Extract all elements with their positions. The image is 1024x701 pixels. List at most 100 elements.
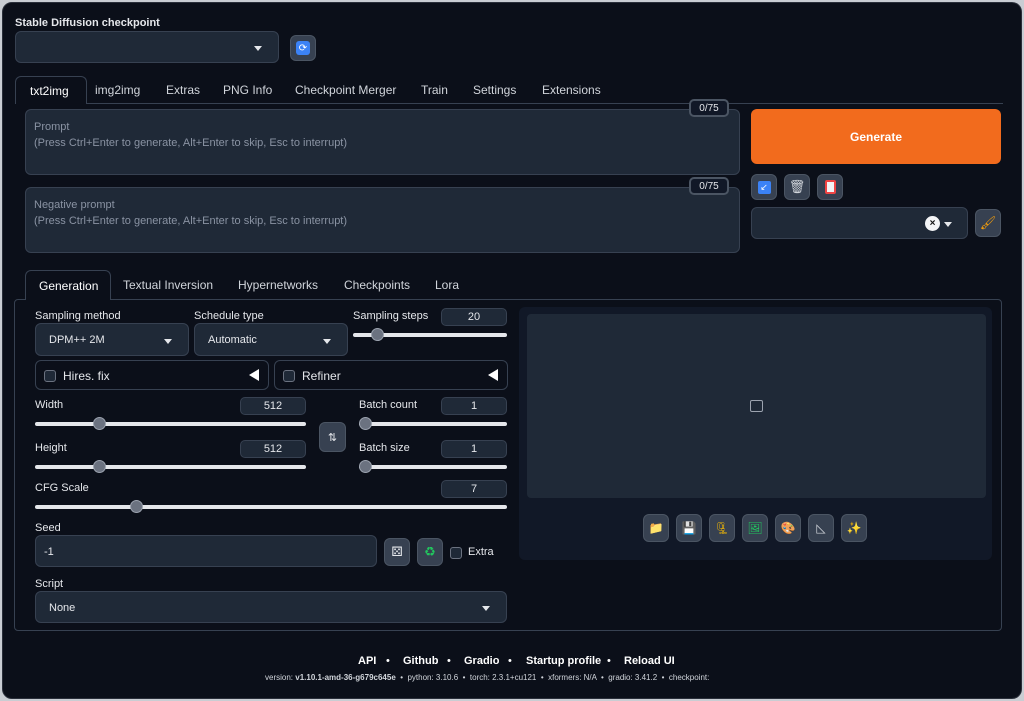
script-value: None [49, 602, 76, 614]
slider-thumb[interactable] [129, 500, 143, 513]
send-to-inpaint-button[interactable]: 🎨 [775, 514, 801, 542]
edit-styles-button[interactable]: 🖌 [975, 209, 1001, 237]
sampling-method-value: DPM++ 2M [49, 334, 105, 346]
batch-size-label: Batch size [359, 442, 410, 454]
picture-icon: 🖼 [747, 521, 763, 535]
zip-icon: 🗜 [714, 521, 730, 535]
refresh-icon: ⟳ [296, 41, 310, 55]
floppy-disk-icon: 💾 [681, 521, 697, 535]
torch-version: torch: 2.3.1+cu121 [469, 673, 537, 682]
hires-fix-checkbox[interactable] [44, 370, 56, 382]
sampling-steps-input[interactable]: 20 [441, 308, 507, 326]
triangle-ruler-icon: ◺ [816, 521, 826, 535]
version-value: v1.10.1-amd-36-g679c645e [295, 673, 396, 682]
read-params-button[interactable]: ↙ [751, 174, 777, 200]
subtab-lora[interactable]: Lora [435, 278, 459, 292]
hires-fix-label: Hires. fix [63, 369, 110, 383]
prompt-token-counter: 0/75 [689, 99, 729, 117]
batch-count-label: Batch count [359, 399, 418, 411]
refiner-accordion[interactable]: Refiner [274, 360, 508, 390]
clear-prompt-button[interactable]: 🗑 [784, 174, 810, 200]
hires-fix-accordion[interactable]: Hires. fix [35, 360, 269, 390]
cfg-scale-input[interactable]: 7 [441, 480, 507, 498]
send-to-extras-button[interactable]: ◺ [808, 514, 834, 542]
collapse-triangle-icon [488, 369, 498, 381]
slider-thumb[interactable] [359, 417, 372, 430]
refresh-checkpoint-button[interactable]: ⟳ [290, 35, 316, 61]
folder-icon: 📁 [648, 521, 664, 535]
sparkles-icon: ✨ [846, 521, 862, 535]
slider-thumb[interactable] [359, 460, 372, 473]
zip-button[interactable]: 🗜 [709, 514, 735, 542]
reuse-seed-button[interactable]: ♻ [417, 538, 443, 566]
negative-prompt-label: Negative prompt [34, 199, 115, 211]
footer-link-gradio[interactable]: Gradio [464, 655, 499, 667]
footer-link-github[interactable]: Github [403, 655, 438, 667]
script-dropdown[interactable]: None [35, 591, 507, 623]
tab-extensions[interactable]: Extensions [542, 83, 601, 97]
xformers-version: xformers: N/A [548, 673, 597, 682]
batch-count-input[interactable]: 1 [441, 397, 507, 415]
sampling-steps-slider[interactable] [353, 328, 507, 341]
batch-count-slider[interactable] [359, 417, 507, 430]
tab-png-info[interactable]: PNG Info [223, 83, 272, 97]
clipboard-icon [824, 180, 836, 194]
subtab-label: Generation [39, 279, 99, 293]
seed-value: -1 [44, 546, 54, 558]
prompt-textarea[interactable]: Prompt (Press Ctrl+Enter to generate, Al… [25, 109, 740, 175]
batch-size-input[interactable]: 1 [441, 440, 507, 458]
subtab-checkpoints[interactable]: Checkpoints [344, 278, 410, 292]
separator-dot: • [508, 655, 512, 667]
tab-checkpoint-merger[interactable]: Checkpoint Merger [295, 83, 396, 97]
subtab-hypernetworks[interactable]: Hypernetworks [238, 278, 318, 292]
python-version: python: 3.10.6 [407, 673, 459, 682]
checkpoint-dropdown[interactable] [15, 31, 279, 63]
sampling-steps-label: Sampling steps [353, 310, 429, 322]
height-input[interactable]: 512 [240, 440, 306, 458]
width-slider[interactable] [35, 417, 306, 430]
sampling-method-dropdown[interactable]: DPM++ 2M [35, 323, 189, 356]
send-to-img2img-button[interactable]: 🖼 [742, 514, 768, 542]
recycle-icon: ♻ [424, 544, 436, 559]
subtab-textual-inversion[interactable]: Textual Inversion [123, 278, 213, 292]
styles-button[interactable] [817, 174, 843, 200]
separator-dot: • [447, 655, 451, 667]
subtab-generation[interactable]: Generation [25, 270, 111, 300]
tab-settings[interactable]: Settings [473, 83, 516, 97]
image-placeholder-icon [750, 400, 763, 412]
refiner-checkbox[interactable] [283, 370, 295, 382]
upscale-button[interactable]: ✨ [841, 514, 867, 542]
cfg-scale-slider[interactable] [35, 500, 507, 513]
width-input[interactable]: 512 [240, 397, 306, 415]
save-button[interactable]: 💾 [676, 514, 702, 542]
gradio-version: gradio: 3.41.2 [608, 673, 658, 682]
footer-link-api[interactable]: API [358, 655, 376, 667]
chevron-down-icon [254, 46, 262, 51]
tab-img2img[interactable]: img2img [95, 83, 140, 97]
chevron-down-icon [944, 222, 952, 227]
chevron-down-icon [482, 606, 490, 611]
styles-dropdown[interactable]: × [751, 207, 968, 239]
swap-dimensions-button[interactable]: ⇅ [319, 422, 346, 452]
negative-prompt-textarea[interactable]: Negative prompt (Press Ctrl+Enter to gen… [25, 187, 740, 253]
tab-extras[interactable]: Extras [166, 83, 200, 97]
paintbrush-icon: 🖌 [979, 215, 997, 230]
output-image-area [527, 314, 986, 498]
extra-seed-checkbox[interactable] [450, 547, 462, 559]
seed-input[interactable]: -1 [35, 535, 377, 567]
tab-train[interactable]: Train [421, 83, 448, 97]
footer-link-startup-profile[interactable]: Startup profile [526, 655, 601, 667]
tab-txt2img[interactable]: txt2img [15, 76, 87, 104]
arrow-icon: ↙ [757, 180, 771, 194]
footer-link-reload-ui[interactable]: Reload UI [624, 655, 675, 667]
clear-icon[interactable]: × [925, 216, 940, 231]
open-folder-button[interactable]: 📁 [643, 514, 669, 542]
slider-thumb[interactable] [370, 328, 384, 341]
dice-icon: ⚄ [391, 544, 403, 559]
height-slider[interactable] [35, 460, 306, 473]
generate-button[interactable]: Generate [751, 109, 1001, 164]
schedule-type-dropdown[interactable]: Automatic [194, 323, 348, 356]
batch-size-slider[interactable] [359, 460, 507, 473]
seed-label: Seed [35, 522, 61, 534]
random-seed-button[interactable]: ⚄ [384, 538, 410, 566]
